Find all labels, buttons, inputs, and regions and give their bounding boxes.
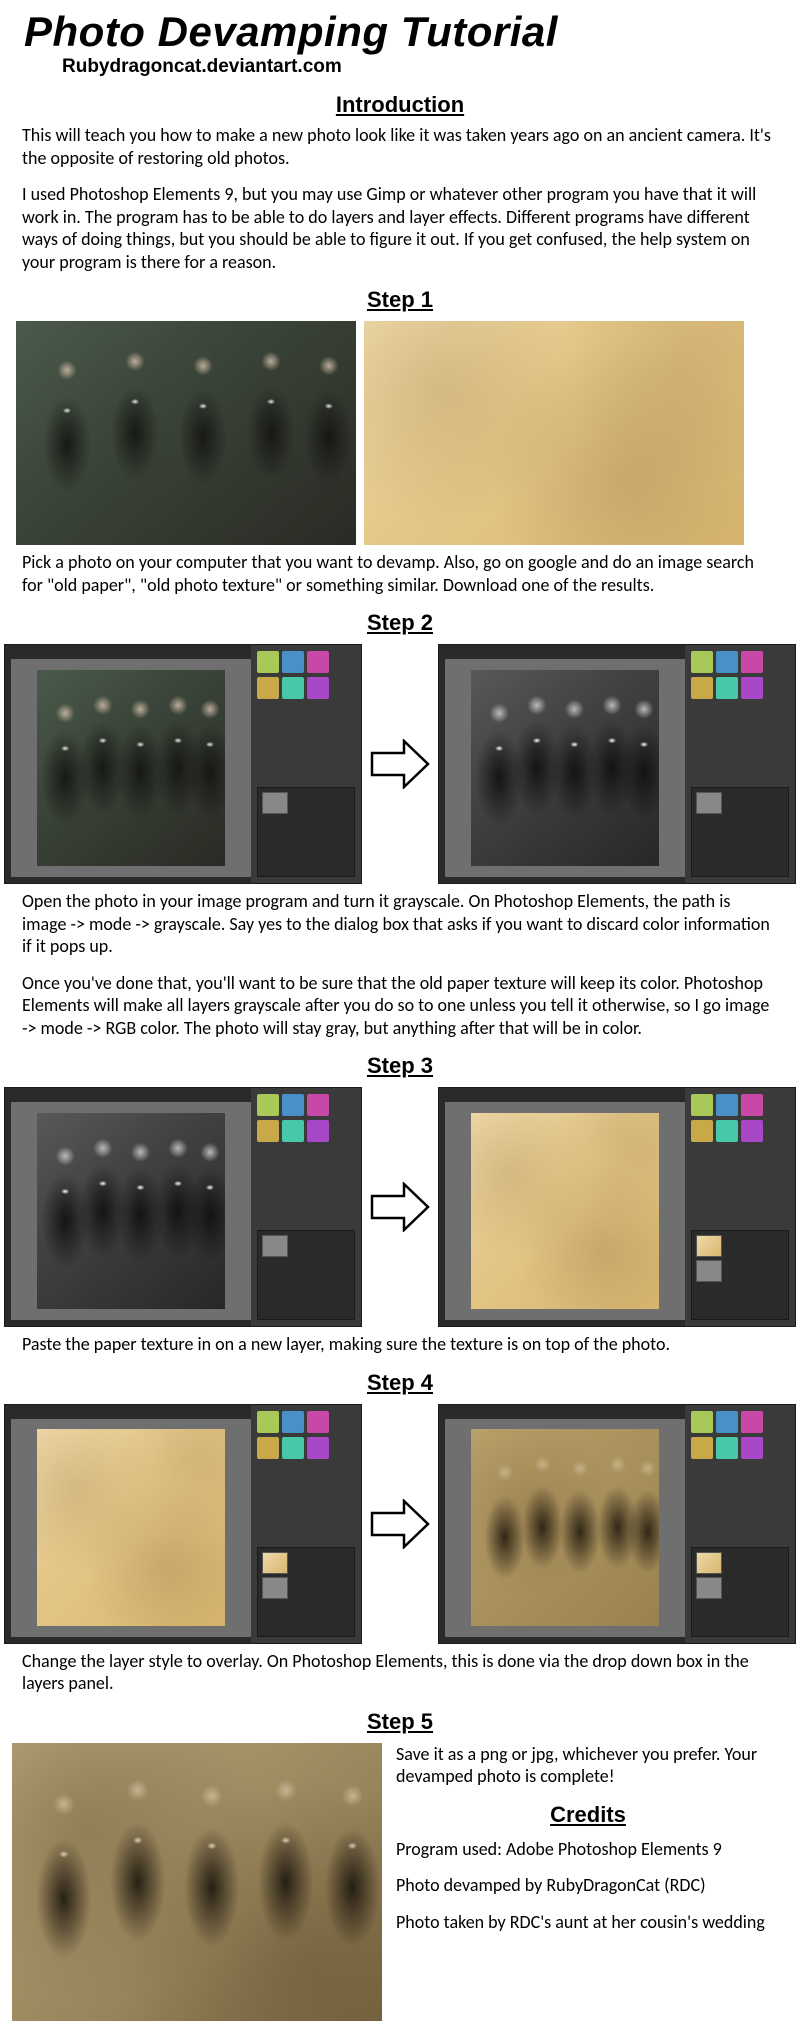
- step4-images: [0, 1400, 800, 1648]
- step1-paragraph-1: Pick a photo on your computer that you w…: [22, 551, 778, 596]
- step2-paragraph-1: Open the photo in your image program and…: [22, 890, 778, 958]
- arrow-right-icon: [370, 739, 430, 789]
- final-devamped-photo: [12, 1743, 382, 2021]
- editor-screenshot-paper-layer: [438, 1087, 796, 1327]
- heading-step-4: Step 4: [0, 1370, 800, 1396]
- step1-images: [0, 317, 800, 549]
- step4-text: Change the layer style to overlay. On Ph…: [0, 1648, 800, 1705]
- credits-line-3: Photo taken by RDC's aunt at her cousin'…: [396, 1911, 780, 1934]
- step5-row: Save it as a png or jpg, whichever you p…: [0, 1739, 800, 2041]
- step3-text: Paste the paper texture in on a new laye…: [0, 1331, 800, 1366]
- heading-credits: Credits: [396, 1802, 780, 1828]
- editor-screenshot-color: [4, 644, 362, 884]
- heading-introduction: Introduction: [0, 92, 800, 118]
- intro-paragraph-1: This will teach you how to make a new ph…: [22, 124, 778, 169]
- arrow-right-icon: [370, 1182, 430, 1232]
- editor-screenshot-paper-normal: [4, 1404, 362, 1644]
- step4-paragraph-1: Change the layer style to overlay. On Ph…: [22, 1650, 778, 1695]
- original-photo-image: [16, 321, 356, 545]
- intro-text: This will teach you how to make a new ph…: [0, 122, 800, 283]
- heading-step-5: Step 5: [0, 1709, 800, 1735]
- document-title: Photo Devamping Tutorial: [0, 0, 800, 56]
- editor-screenshot-grayscale: [438, 644, 796, 884]
- paper-texture-image: [364, 321, 744, 545]
- credits-line-2: Photo devamped by RubyDragonCat (RDC): [396, 1874, 780, 1897]
- arrow-right-icon: [370, 1499, 430, 1549]
- step5-text-column: Save it as a png or jpg, whichever you p…: [396, 1743, 788, 2021]
- step3-images: [0, 1083, 800, 1331]
- editor-screenshot-overlay-result: [438, 1404, 796, 1644]
- heading-step-2: Step 2: [0, 610, 800, 636]
- credits-line-1: Program used: Adobe Photoshop Elements 9: [396, 1838, 780, 1861]
- heading-step-1: Step 1: [0, 287, 800, 313]
- step2-images: [0, 640, 800, 888]
- step2-paragraph-2: Once you've done that, you'll want to be…: [22, 972, 778, 1040]
- step5-paragraph-1: Save it as a png or jpg, whichever you p…: [396, 1743, 780, 1788]
- step1-text: Pick a photo on your computer that you w…: [0, 549, 800, 606]
- heading-step-3: Step 3: [0, 1053, 800, 1079]
- intro-paragraph-2: I used Photoshop Elements 9, but you may…: [22, 183, 778, 273]
- document-subtitle: Rubydragoncat.deviantart.com: [0, 56, 800, 88]
- editor-screenshot-gray-base: [4, 1087, 362, 1327]
- step2-text: Open the photo in your image program and…: [0, 888, 800, 1049]
- tutorial-document: Photo Devamping Tutorial Rubydragoncat.d…: [0, 0, 800, 2041]
- step3-paragraph-1: Paste the paper texture in on a new laye…: [22, 1333, 778, 1356]
